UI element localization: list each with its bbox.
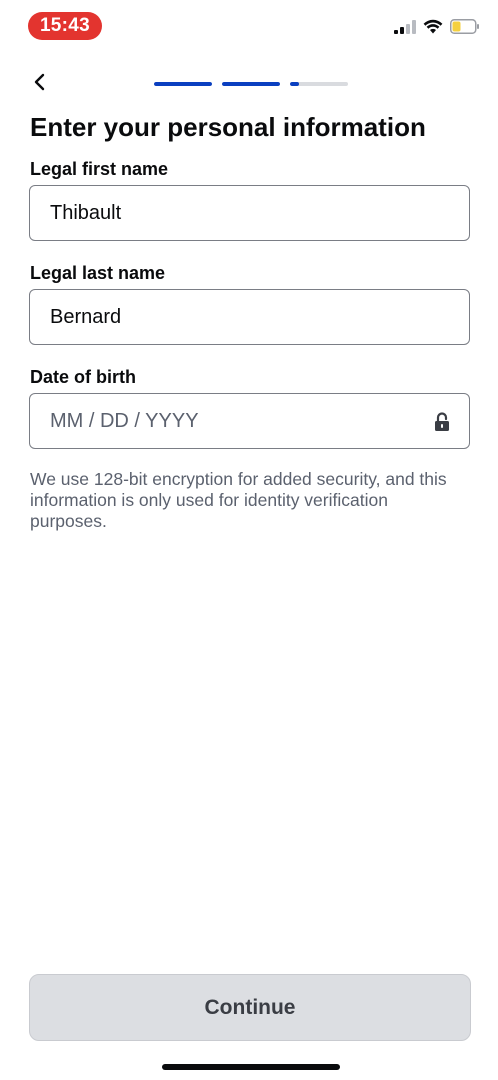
progress-segment (222, 82, 280, 86)
dob-input[interactable] (50, 409, 410, 433)
continue-button[interactable]: Continue (29, 974, 471, 1041)
first-name-label: Legal first name (30, 159, 169, 179)
last-name-input[interactable] (50, 305, 410, 329)
progress-indicator (154, 82, 348, 86)
dob-field-box[interactable] (29, 393, 470, 449)
status-time: 15:43 (28, 12, 102, 40)
first-name-input[interactable] (50, 201, 410, 225)
status-icons (394, 18, 480, 40)
battery-icon (450, 19, 480, 39)
chevron-left-icon (33, 73, 47, 96)
progress-segment (290, 82, 348, 86)
first-name-field-box[interactable] (29, 185, 470, 241)
page-title: Enter your personal information (30, 112, 426, 142)
encryption-helper-text: We use 128-bit encryption for added secu… (30, 469, 447, 531)
home-indicator (162, 1064, 340, 1070)
status-bar: 15:43 (0, 0, 498, 56)
cellular-signal-icon (394, 19, 416, 39)
dob-label: Date of birth (30, 367, 136, 387)
progress-segment (154, 82, 212, 86)
last-name-label: Legal last name (30, 263, 166, 283)
back-button[interactable] (28, 72, 52, 96)
wifi-icon (423, 19, 443, 39)
last-name-field-box[interactable] (29, 289, 470, 345)
lock-icon (433, 412, 451, 432)
